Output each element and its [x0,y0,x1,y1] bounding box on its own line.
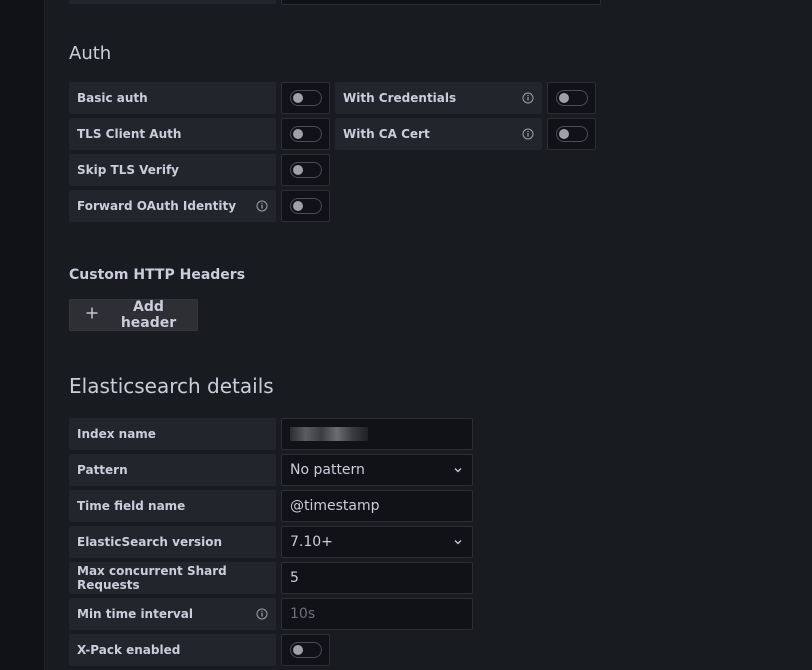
auth-section-title: Auth [69,43,112,64]
datasource-settings-panel: Auth Basic auth With Credentials TLS Cli… [45,0,812,670]
skip-tls-verify-label: Skip TLS Verify [69,154,276,186]
time-field-label-text: Time field name [77,499,186,513]
tls-client-auth-label-text: TLS Client Auth [77,127,182,141]
with-ca-cert-toggle[interactable] [555,126,588,142]
custom-headers-title: Custom HTTP Headers [69,267,246,283]
add-header-button[interactable]: Add header [69,299,198,331]
forward-oauth-switch[interactable] [281,190,330,222]
basic-auth-label: Basic auth [69,82,276,114]
plus-icon [86,307,98,323]
with-credentials-switch[interactable] [547,82,596,114]
info-icon[interactable] [256,608,268,620]
pattern-label: Pattern [69,454,276,486]
with-ca-cert-switch[interactable] [547,118,596,150]
xpack-label-text: X-Pack enabled [77,643,181,657]
forward-oauth-label-text: Forward OAuth Identity [77,199,237,213]
with-credentials-label: With Credentials [335,82,542,114]
basic-auth-toggle[interactable] [289,90,322,106]
skip-tls-verify-switch[interactable] [281,154,330,186]
add-header-label: Add header [120,299,177,331]
index-name-input[interactable] [281,418,473,450]
xpack-toggle[interactable] [289,642,322,658]
redacted-value [290,427,368,441]
tls-client-auth-switch[interactable] [281,118,330,150]
chevron-down-icon [452,464,464,476]
min-interval-input[interactable]: 10s [281,598,473,630]
es-version-label: ElasticSearch version [69,526,276,558]
min-interval-placeholder: 10s [290,606,316,622]
min-interval-label-text: Min time interval [77,607,193,621]
with-ca-cert-label-text: With CA Cert [343,127,430,141]
index-name-label-text: Index name [77,427,156,441]
max-shard-label-text: Max concurrent Shard Requests [77,564,227,592]
info-icon[interactable] [522,92,534,104]
forward-oauth-toggle[interactable] [289,198,322,214]
previous-field-input[interactable] [281,0,601,5]
min-interval-label: Min time interval [69,598,276,630]
skip-tls-verify-label-text: Skip TLS Verify [77,163,179,177]
pattern-select-value: No pattern [290,462,365,478]
pattern-label-text: Pattern [77,463,128,477]
basic-auth-label-text: Basic auth [77,91,148,105]
max-shard-input[interactable]: 5 [281,562,473,594]
with-credentials-toggle[interactable] [555,90,588,106]
es-section-title: Elasticsearch details [69,374,274,398]
es-version-label-text: ElasticSearch version [77,535,223,549]
info-icon[interactable] [522,128,534,140]
previous-field-label [69,0,276,4]
left-rail [0,0,45,670]
info-icon[interactable] [256,200,268,212]
basic-auth-switch[interactable] [281,82,330,114]
time-field-input[interactable]: @timestamp [281,490,473,522]
forward-oauth-label: Forward OAuth Identity [69,190,276,222]
with-ca-cert-label: With CA Cert [335,118,542,150]
time-field-label: Time field name [69,490,276,522]
skip-tls-verify-toggle[interactable] [289,162,322,178]
max-shard-label: Max concurrent Shard Requests [69,562,276,594]
index-name-label: Index name [69,418,276,450]
pattern-select[interactable]: No pattern [281,454,473,486]
max-shard-value: 5 [290,570,299,586]
with-credentials-label-text: With Credentials [343,91,457,105]
xpack-label: X-Pack enabled [69,634,276,666]
time-field-value: @timestamp [290,498,380,514]
es-version-select[interactable]: 7.10+ [281,526,473,558]
es-version-value: 7.10+ [290,534,333,550]
tls-client-auth-toggle[interactable] [289,126,322,142]
xpack-switch[interactable] [281,634,330,666]
tls-client-auth-label: TLS Client Auth [69,118,276,150]
chevron-down-icon [452,536,464,548]
